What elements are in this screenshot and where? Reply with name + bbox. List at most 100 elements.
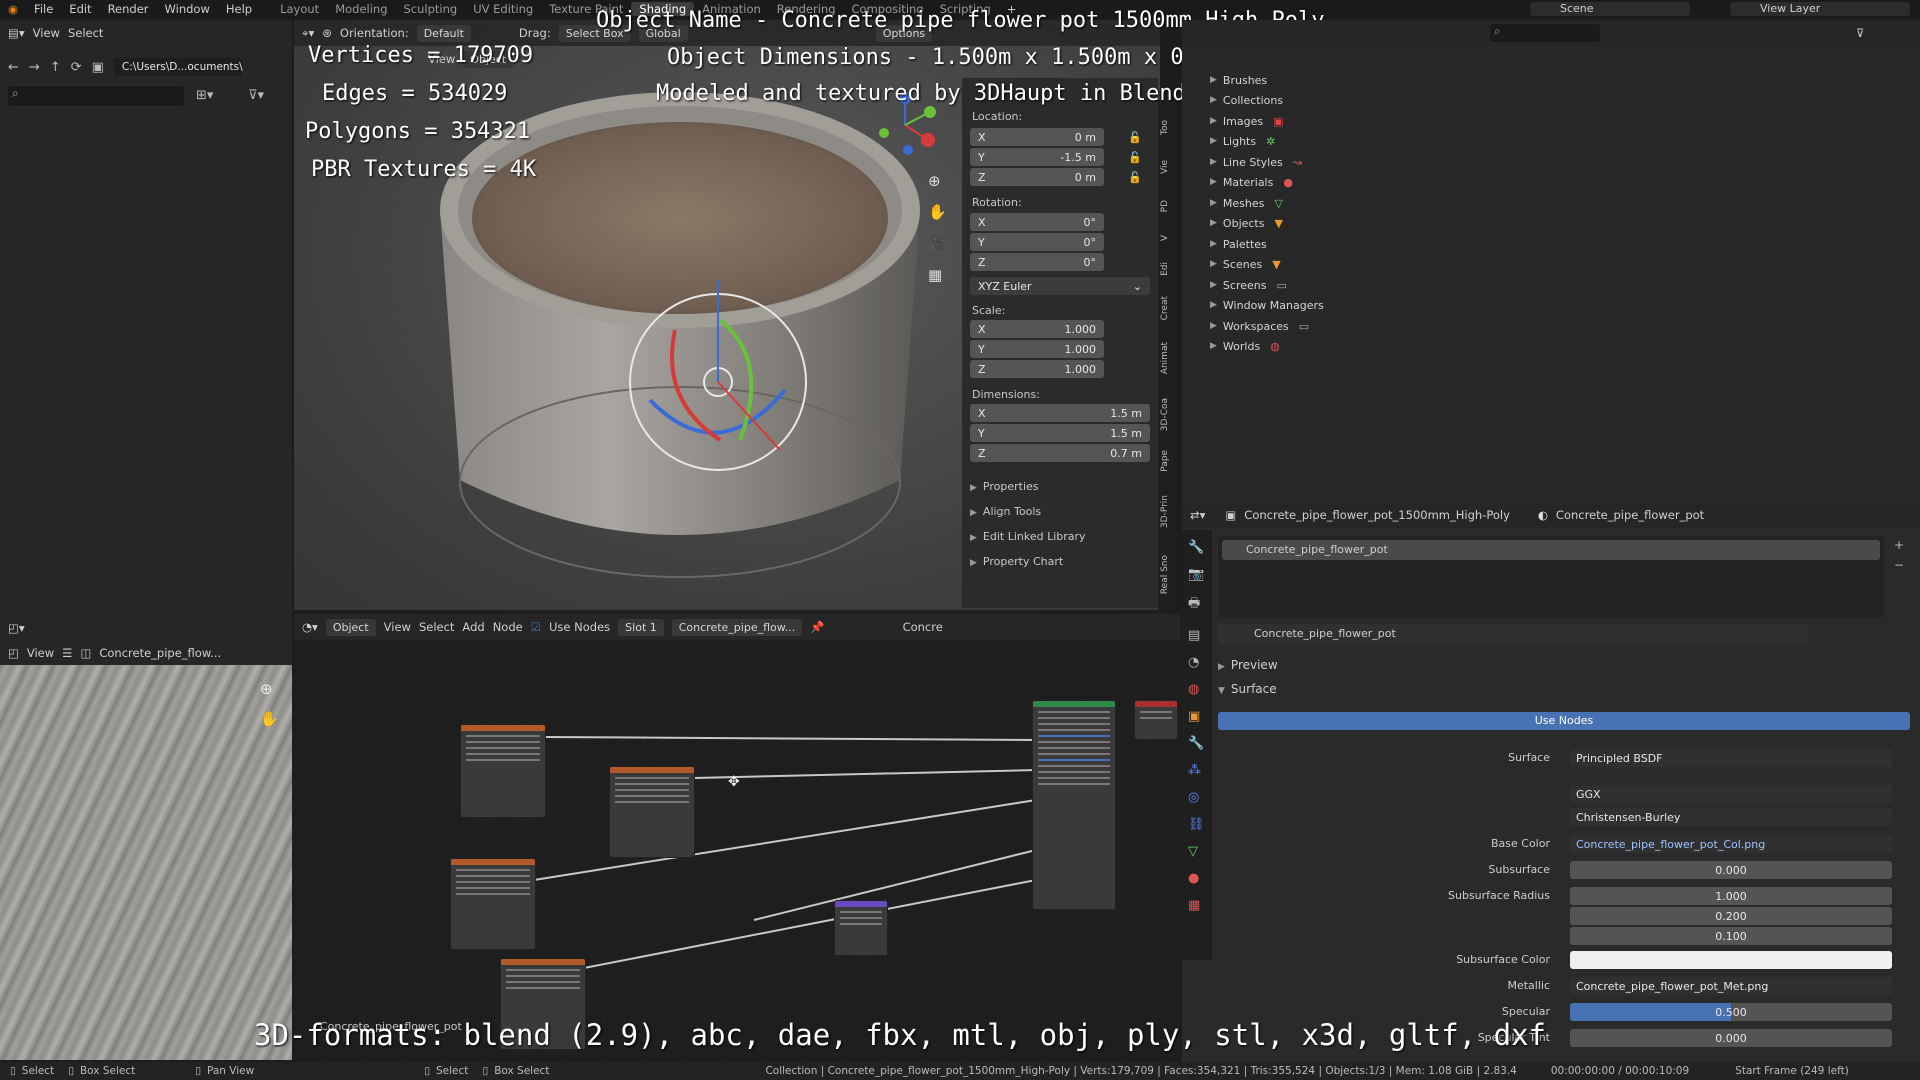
tab-tool[interactable]: Too xyxy=(1160,120,1174,135)
node-node-menu[interactable]: Node xyxy=(493,620,523,634)
outliner-item-screens[interactable]: ▶ Screens ▭ xyxy=(1210,277,1287,293)
new-folder-icon[interactable]: ▣ xyxy=(92,60,104,75)
outliner-filter-icon[interactable]: ⊽ xyxy=(1856,26,1864,40)
filter-icon[interactable]: ⊽▾ xyxy=(248,88,264,103)
transform-gizmo[interactable] xyxy=(620,270,820,490)
editor-type-icon[interactable]: ▤▾ xyxy=(8,26,25,40)
image-view-icon[interactable]: ◰ xyxy=(8,646,19,660)
section-properties[interactable]: ▶ Properties xyxy=(970,480,1039,493)
image-view-menu[interactable]: View xyxy=(27,646,54,660)
specular-tint-field[interactable]: 0.000 xyxy=(1570,1029,1892,1047)
lock-icon[interactable]: 🔓 xyxy=(1128,128,1142,148)
object-tab-icon[interactable]: ▣ xyxy=(1188,709,1205,724)
outliner-item-materials[interactable]: ▶ Materials ● xyxy=(1210,174,1293,190)
location-z-field[interactable]: Z 0 m xyxy=(970,168,1104,186)
outliner-item-collections[interactable]: ▶ Collections xyxy=(1210,92,1283,108)
tab-sculpting[interactable]: Sculpting xyxy=(396,2,466,16)
back-icon[interactable]: ← xyxy=(8,60,19,75)
image-pan-icon[interactable]: ✋ xyxy=(260,710,279,728)
particles-tab-icon[interactable]: ⁂ xyxy=(1188,763,1205,778)
tab-modeling[interactable]: Modeling xyxy=(327,2,395,16)
scene-selector[interactable]: Scene xyxy=(1530,2,1690,16)
rotation-x-field[interactable]: X 0° xyxy=(970,213,1104,231)
ortho-grid-icon[interactable]: ▦ xyxy=(928,266,942,284)
pin-icon[interactable]: 📌 xyxy=(810,620,824,634)
scene-tab-icon[interactable]: ◔ xyxy=(1188,655,1205,670)
distribution-dropdown[interactable]: GGX xyxy=(1570,785,1892,803)
scale-y-field[interactable]: Y 1.000 xyxy=(970,340,1104,358)
base-color-texture-field[interactable]: Concrete_pipe_flower_pot_Col.png xyxy=(1570,835,1892,853)
lock-icon[interactable]: 🔓 xyxy=(1128,148,1142,168)
surface-shader-field[interactable]: Principled BSDF xyxy=(1570,749,1892,767)
file-view-menu[interactable]: View xyxy=(33,26,60,40)
outliner-item-objects[interactable]: ▶ Objects ▼ xyxy=(1210,215,1283,231)
orientation-dropdown[interactable]: Default xyxy=(416,24,471,42)
file-search-input[interactable]: ⌕ xyxy=(8,86,184,106)
dimensions-z-field[interactable]: Z 0.7 m xyxy=(970,444,1150,462)
material-output-node[interactable] xyxy=(1134,700,1178,740)
rotation-y-field[interactable]: Y 0° xyxy=(970,233,1104,251)
tab-real-snow[interactable]: Real Sno xyxy=(1160,555,1174,594)
properties-editor-icon[interactable]: ⇄▾ xyxy=(1190,508,1205,522)
tab-uv-editing[interactable]: UV Editing xyxy=(465,2,541,16)
subsurface-color-swatch[interactable] xyxy=(1570,951,1892,969)
image-editor-type-icon[interactable]: ◰▾ xyxy=(8,621,25,635)
node-mode-dropdown[interactable]: Object xyxy=(325,618,376,636)
specular-slider[interactable]: 0.500 xyxy=(1570,1003,1892,1021)
forward-icon[interactable]: → xyxy=(29,60,40,75)
subsurface-field[interactable]: 0.000 xyxy=(1570,861,1892,879)
tab-v[interactable]: V xyxy=(1160,235,1174,241)
scale-x-field[interactable]: X 1.000 xyxy=(970,320,1104,338)
outliner-item-lights[interactable]: ▶ Lights ✲ xyxy=(1210,133,1275,149)
texture-tab-icon[interactable]: ▦ xyxy=(1188,898,1205,913)
use-nodes-checkbox[interactable]: ☑ xyxy=(531,620,541,634)
image-texture-node-roughness[interactable] xyxy=(609,766,695,858)
view-layer-tab-icon[interactable]: ▤ xyxy=(1188,628,1205,643)
menu-file[interactable]: File xyxy=(26,2,61,16)
use-nodes-button[interactable]: Use Nodes xyxy=(1218,712,1910,730)
parent-dir-icon[interactable]: ↑ xyxy=(50,60,61,75)
display-mode-icon[interactable]: ⊞▾ xyxy=(196,88,213,103)
material-slot-item[interactable]: Concrete_pipe_flower_pot xyxy=(1222,540,1880,560)
tab-create[interactable]: Creat xyxy=(1160,296,1174,320)
texture-preview[interactable] xyxy=(0,665,292,1060)
subsurface-method-dropdown[interactable]: Christensen-Burley xyxy=(1570,808,1892,826)
metallic-texture-field[interactable]: Concrete_pipe_flower_pot_Met.png xyxy=(1570,977,1892,995)
section-preview[interactable]: ▶ Preview xyxy=(1218,658,1278,672)
data-tab-icon[interactable]: ▽ xyxy=(1188,844,1205,859)
material-tab-icon[interactable]: ● xyxy=(1188,871,1205,886)
lock-icon[interactable]: 🔓 xyxy=(1128,168,1142,188)
image-browse-icon[interactable]: ◫ xyxy=(80,646,91,660)
tab-layout[interactable]: Layout xyxy=(272,2,327,16)
zoom-icon[interactable]: ⊕ xyxy=(928,172,941,190)
outliner-item-worlds[interactable]: ▶ Worlds ◍ xyxy=(1210,338,1280,354)
outliner-item-brushes[interactable]: ▶ Brushes xyxy=(1210,72,1267,88)
world-tab-icon[interactable]: ◍ xyxy=(1188,682,1205,697)
outliner-item-window-managers[interactable]: ▶ Window Managers xyxy=(1210,297,1324,313)
tab-animation-side[interactable]: Animat xyxy=(1160,342,1174,374)
tab-view[interactable]: Vie xyxy=(1160,160,1174,174)
section-align-tools[interactable]: ▶ Align Tools xyxy=(970,505,1041,518)
node-view-menu[interactable]: View xyxy=(384,620,411,634)
tab-edit[interactable]: Edi xyxy=(1160,262,1174,276)
physics-tab-icon[interactable]: ◎ xyxy=(1188,790,1205,805)
outliner-item-meshes[interactable]: ▶ Meshes ▽ xyxy=(1210,195,1283,211)
image-texture-node-color[interactable] xyxy=(460,724,546,818)
dimensions-y-field[interactable]: Y 1.5 m xyxy=(970,424,1150,442)
file-select-menu[interactable]: Select xyxy=(68,26,103,40)
tab-3d-print[interactable]: 3D-Prin xyxy=(1160,495,1174,528)
menu-edit[interactable]: Edit xyxy=(61,2,99,16)
tool-tab-icon[interactable]: 🔧 xyxy=(1188,540,1205,555)
node-material-selector[interactable]: Concrete_pipe_flow... xyxy=(671,618,803,636)
section-surface[interactable]: ▼ Surface xyxy=(1218,682,1277,696)
pan-hand-icon[interactable]: ✋ xyxy=(928,203,947,221)
node-editor-type-icon[interactable]: ◔▾ xyxy=(302,620,318,634)
modifier-tab-icon[interactable]: 🔧 xyxy=(1188,736,1205,751)
principled-bsdf-node[interactable] xyxy=(1032,700,1116,910)
view-layer-selector[interactable]: View Layer xyxy=(1730,2,1910,16)
tab-pd[interactable]: PD xyxy=(1160,200,1174,212)
outliner-item-workspaces[interactable]: ▶ Workspaces ▭ xyxy=(1210,318,1309,334)
node-add-menu[interactable]: Add xyxy=(462,620,484,634)
transform-pivot-icon[interactable]: ⊛ xyxy=(322,26,332,40)
render-tab-icon[interactable]: 📷 xyxy=(1188,567,1205,582)
